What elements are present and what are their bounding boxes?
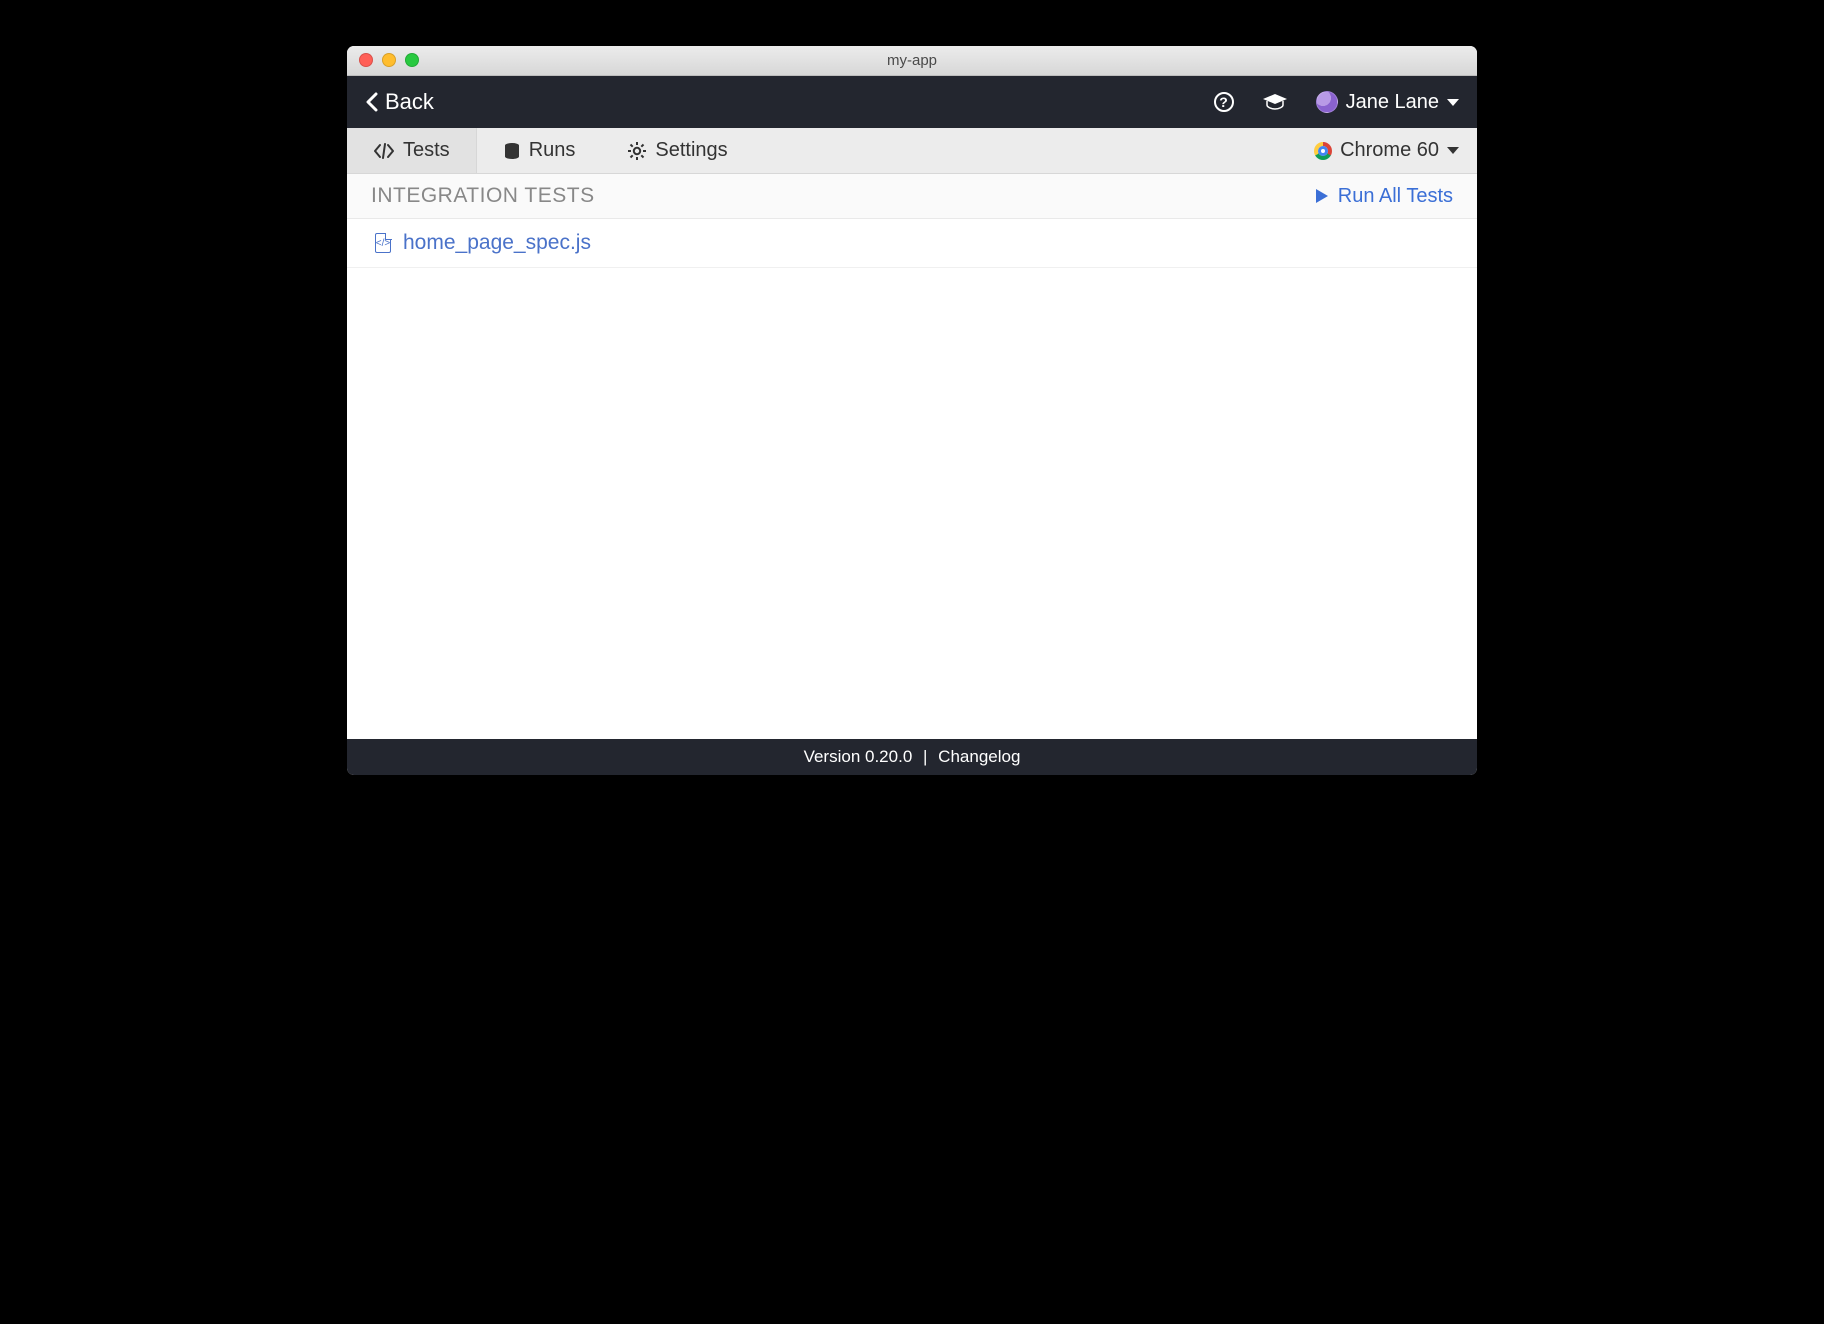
navbar: Back ? Jane Lane: [347, 76, 1477, 128]
footer: Version 0.20.0 | Changelog: [347, 739, 1477, 775]
titlebar: my-app: [347, 46, 1477, 76]
tab-settings-label: Settings: [655, 139, 727, 162]
chevron-down-icon: [1447, 147, 1459, 154]
minimize-window-button[interactable]: [382, 53, 396, 67]
browser-label: Chrome 60: [1340, 139, 1439, 162]
chevron-down-icon: [1447, 99, 1459, 106]
run-all-tests-button[interactable]: Run All Tests: [1316, 185, 1453, 208]
zoom-window-button[interactable]: [405, 53, 419, 67]
tab-runs[interactable]: Runs: [477, 128, 602, 173]
chrome-icon: [1314, 142, 1332, 160]
back-label: Back: [385, 89, 434, 115]
back-button[interactable]: Back: [365, 89, 434, 115]
tab-settings[interactable]: Settings: [601, 128, 753, 173]
list-item[interactable]: </> home_page_spec.js: [347, 219, 1477, 268]
tab-tests[interactable]: Tests: [347, 128, 477, 173]
avatar-icon: [1316, 91, 1338, 113]
browser-picker[interactable]: Chrome 60: [1296, 128, 1477, 173]
database-icon: [503, 142, 521, 160]
tab-tests-label: Tests: [403, 139, 450, 162]
code-file-icon: </>: [375, 233, 391, 253]
tabstrip: Tests Runs Settings Chrome 60: [347, 128, 1477, 174]
section-title: INTEGRATION TESTS: [371, 184, 595, 208]
window-title: my-app: [887, 52, 937, 69]
play-icon: [1316, 189, 1328, 203]
app-window: my-app Back ? Jane Lane: [347, 46, 1477, 775]
changelog-link[interactable]: Changelog: [938, 747, 1020, 766]
chevron-left-icon: [365, 92, 379, 112]
file-name: home_page_spec.js: [403, 231, 591, 255]
run-all-label: Run All Tests: [1338, 185, 1453, 208]
separator: |: [917, 747, 933, 766]
graduation-cap-icon[interactable]: [1262, 93, 1288, 111]
close-window-button[interactable]: [359, 53, 373, 67]
user-name: Jane Lane: [1346, 91, 1439, 114]
tab-runs-label: Runs: [529, 139, 576, 162]
help-icon[interactable]: ?: [1214, 92, 1234, 112]
gear-icon: [627, 141, 647, 161]
window-controls: [359, 53, 419, 67]
file-list: </> home_page_spec.js: [347, 219, 1477, 739]
user-menu[interactable]: Jane Lane: [1316, 91, 1459, 114]
section-header: INTEGRATION TESTS Run All Tests: [347, 174, 1477, 219]
code-icon: [373, 143, 395, 159]
version-label: Version 0.20.0: [804, 747, 913, 766]
